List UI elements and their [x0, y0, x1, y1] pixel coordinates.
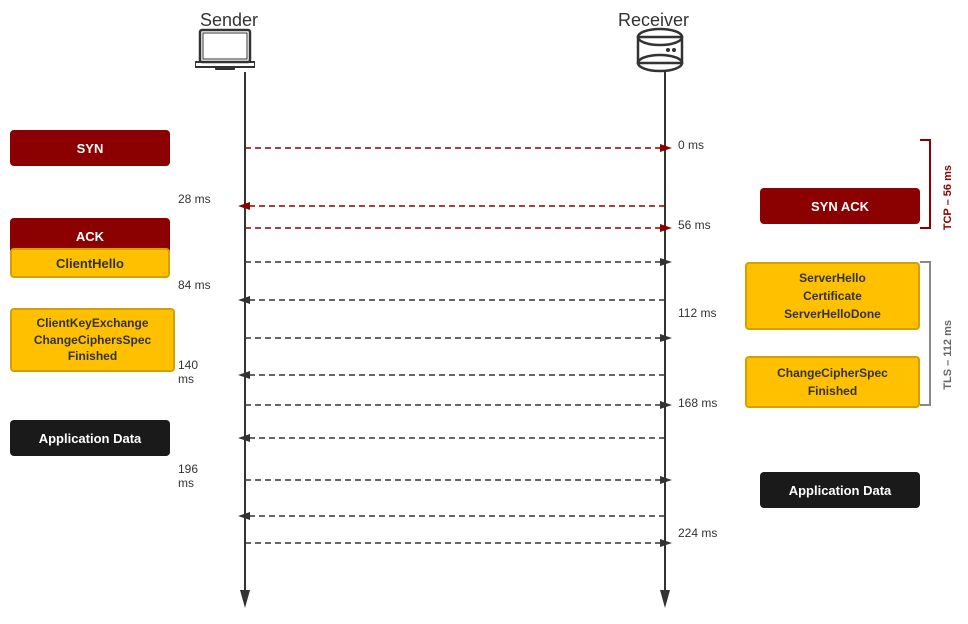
tls-brace-label: TLS – 112 ms: [928, 295, 968, 415]
time-56ms: 56 ms: [678, 218, 711, 232]
app-data-right-box: Application Data: [760, 472, 920, 508]
syn-ack-box: SYN ACK: [760, 188, 920, 224]
time-224ms: 224 ms: [678, 526, 717, 540]
time-140ms: 140ms: [178, 358, 198, 387]
sender-device-icon: [195, 25, 255, 80]
receiver-device-icon: [630, 25, 690, 90]
syn-box: SYN: [10, 130, 170, 166]
time-112ms: 112 ms: [678, 306, 716, 320]
server-hello-box: ServerHelloCertificateServerHelloDone: [745, 262, 920, 330]
time-196ms: 196ms: [178, 462, 198, 491]
tcp-brace-label: TCP – 56 ms: [928, 162, 968, 234]
sequence-diagram: Sender Receiver: [0, 0, 968, 624]
client-hello-box: ClientHello: [10, 248, 170, 278]
time-0ms: 0 ms: [678, 138, 704, 152]
app-data-left-box: Application Data: [10, 420, 170, 456]
client-key-exchange-box: ClientKeyExchangeChangeCiphersSpecFinish…: [10, 308, 175, 372]
time-84ms: 84 ms: [178, 278, 211, 292]
change-cipher-box: ChangeCipherSpecFinished: [745, 356, 920, 408]
time-28ms: 28 ms: [178, 192, 211, 206]
time-168ms: 168 ms: [678, 396, 717, 410]
